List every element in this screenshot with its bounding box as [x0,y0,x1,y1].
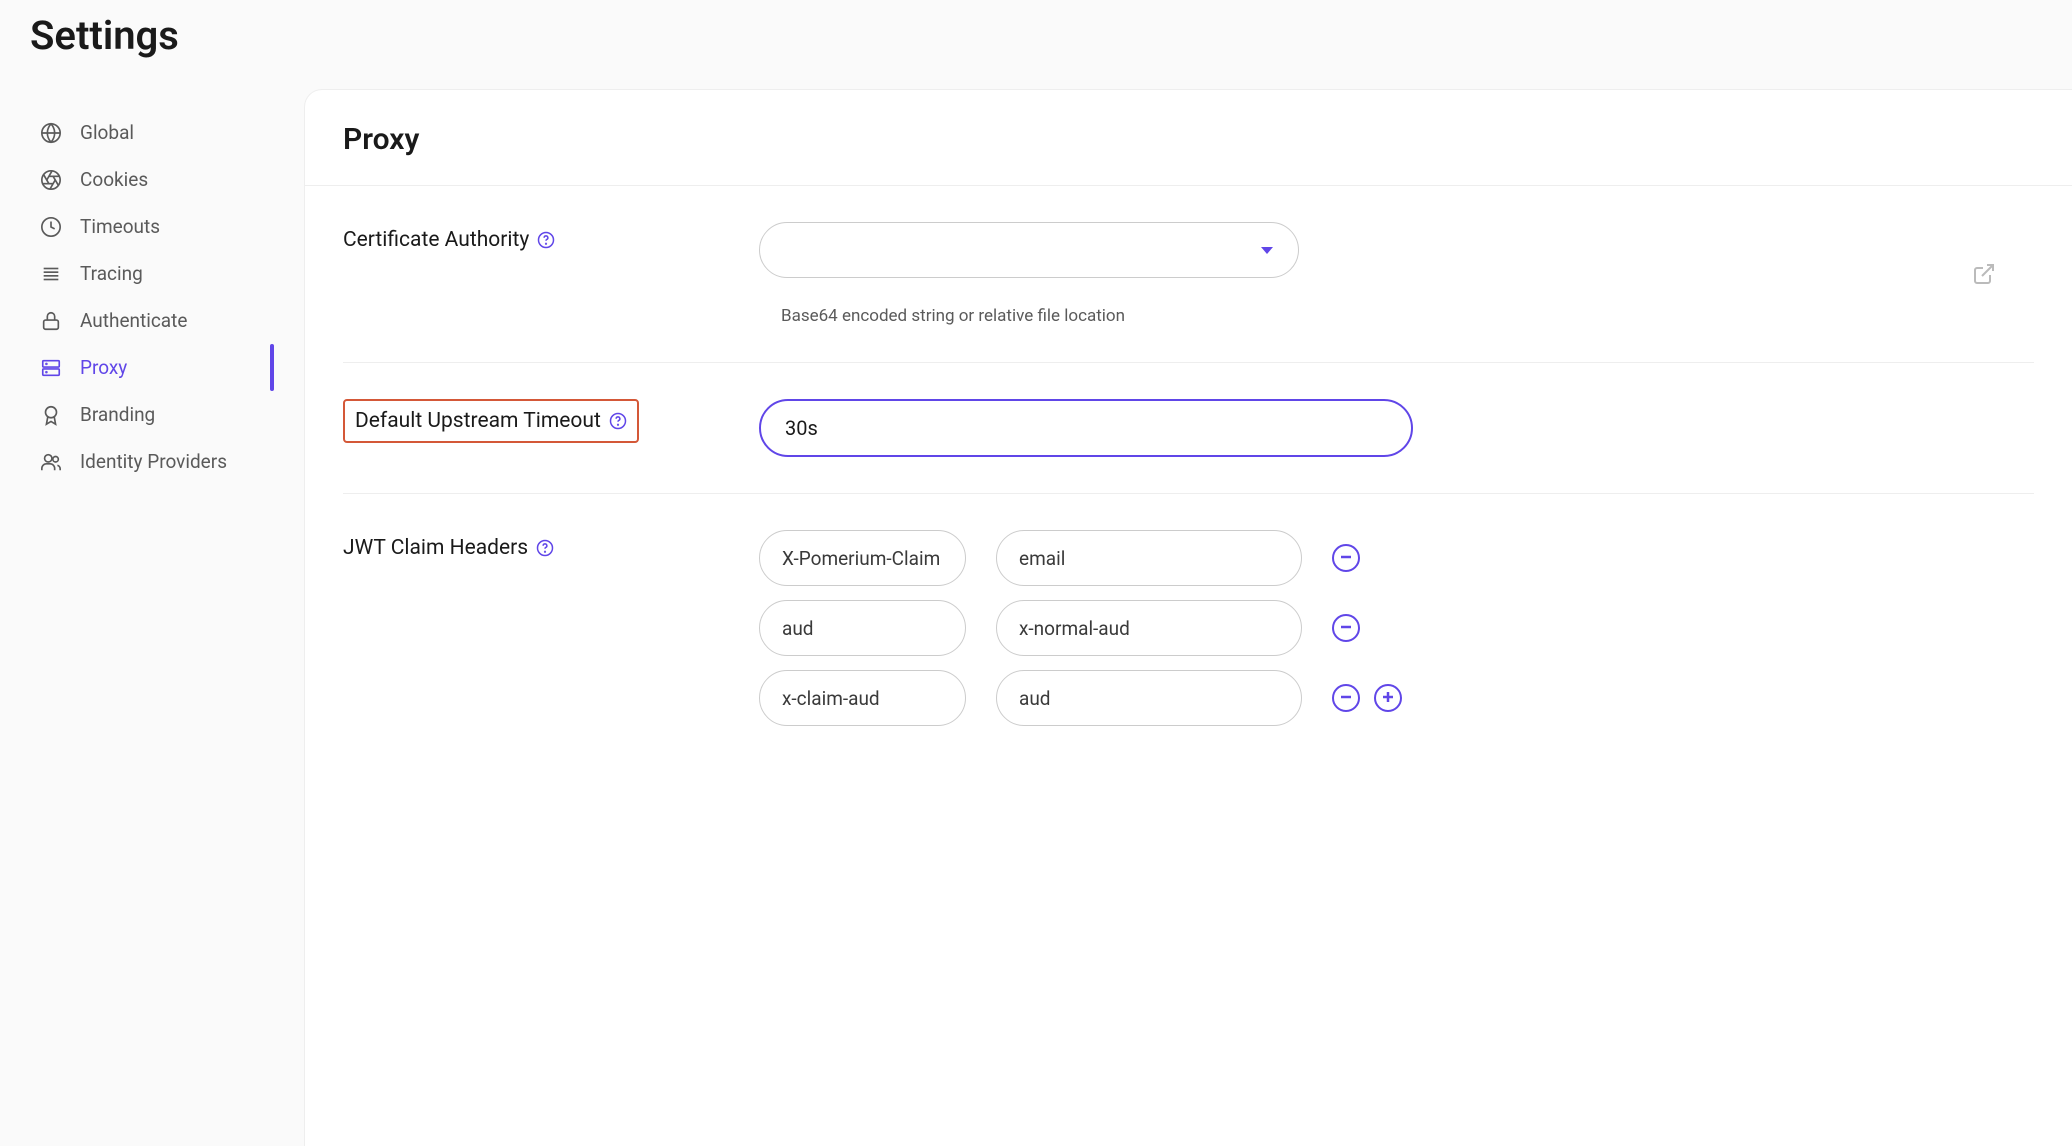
caret-down-icon [1260,241,1274,260]
jwt-claim-headers-list [759,530,2034,726]
sidebar-item-timeouts[interactable]: Timeouts [40,203,274,250]
jwt-claim-value-input[interactable] [996,530,1302,586]
remove-row-button[interactable] [1332,684,1360,712]
sidebar-item-label: Timeouts [80,215,160,238]
sidebar-item-tracing[interactable]: Tracing [40,250,274,297]
jwt-claim-value-input[interactable] [996,600,1302,656]
lock-icon [40,310,62,332]
default-upstream-timeout-row: Default Upstream Timeout [343,363,2034,494]
page-title: Settings [0,0,2072,89]
jwt-claim-key-input[interactable] [759,530,966,586]
settings-sidebar: Global Cookies Timeouts Tracing [0,89,274,1146]
minus-icon [1339,550,1353,567]
help-icon[interactable] [609,412,627,430]
jwt-claim-key-input[interactable] [759,600,966,656]
jwt-claim-row [759,600,2034,656]
users-icon [40,451,62,473]
minus-icon [1339,690,1353,707]
clock-icon [40,216,62,238]
default-upstream-timeout-input[interactable] [759,399,1413,457]
globe-icon [40,122,62,144]
list-icon [40,263,62,285]
sidebar-item-label: Branding [80,403,155,426]
remove-row-button[interactable] [1332,544,1360,572]
certificate-authority-select[interactable] [759,222,1299,278]
plus-icon [1381,690,1395,707]
jwt-claim-headers-label: JWT Claim Headers [343,536,528,560]
panel-title: Proxy [343,122,2034,157]
default-upstream-timeout-label-highlight: Default Upstream Timeout [343,399,639,443]
external-link-icon[interactable] [1972,262,1996,290]
help-icon[interactable] [536,539,554,557]
sidebar-item-cookies[interactable]: Cookies [40,156,274,203]
sidebar-item-label: Authenticate [80,309,187,332]
certificate-authority-helper: Base64 encoded string or relative file l… [781,306,2034,326]
jwt-claim-key-input[interactable] [759,670,966,726]
jwt-claim-row [759,530,2034,586]
add-row-button[interactable] [1374,684,1402,712]
award-icon [40,404,62,426]
server-icon [40,357,62,379]
minus-icon [1339,620,1353,637]
certificate-authority-row: Certificate Authority Base64 encoded [343,186,2034,363]
sidebar-item-label: Proxy [80,356,127,379]
aperture-icon [40,169,62,191]
remove-row-button[interactable] [1332,614,1360,642]
sidebar-item-authenticate[interactable]: Authenticate [40,297,274,344]
certificate-authority-label: Certificate Authority [343,228,529,252]
jwt-claim-headers-row: JWT Claim Headers [343,494,2034,762]
sidebar-item-label: Tracing [80,262,143,285]
sidebar-item-global[interactable]: Global [40,109,274,156]
sidebar-item-branding[interactable]: Branding [40,391,274,438]
jwt-claim-row [759,670,2034,726]
sidebar-item-label: Global [80,121,134,144]
sidebar-item-identity-providers[interactable]: Identity Providers [40,438,274,485]
sidebar-item-label: Cookies [80,168,148,191]
default-upstream-timeout-label: Default Upstream Timeout [355,409,601,433]
sidebar-item-label: Identity Providers [80,450,227,473]
help-icon[interactable] [537,231,555,249]
sidebar-item-proxy[interactable]: Proxy [40,344,274,391]
proxy-panel: Proxy Certificate Authority [304,89,2072,1146]
jwt-claim-value-input[interactable] [996,670,1302,726]
